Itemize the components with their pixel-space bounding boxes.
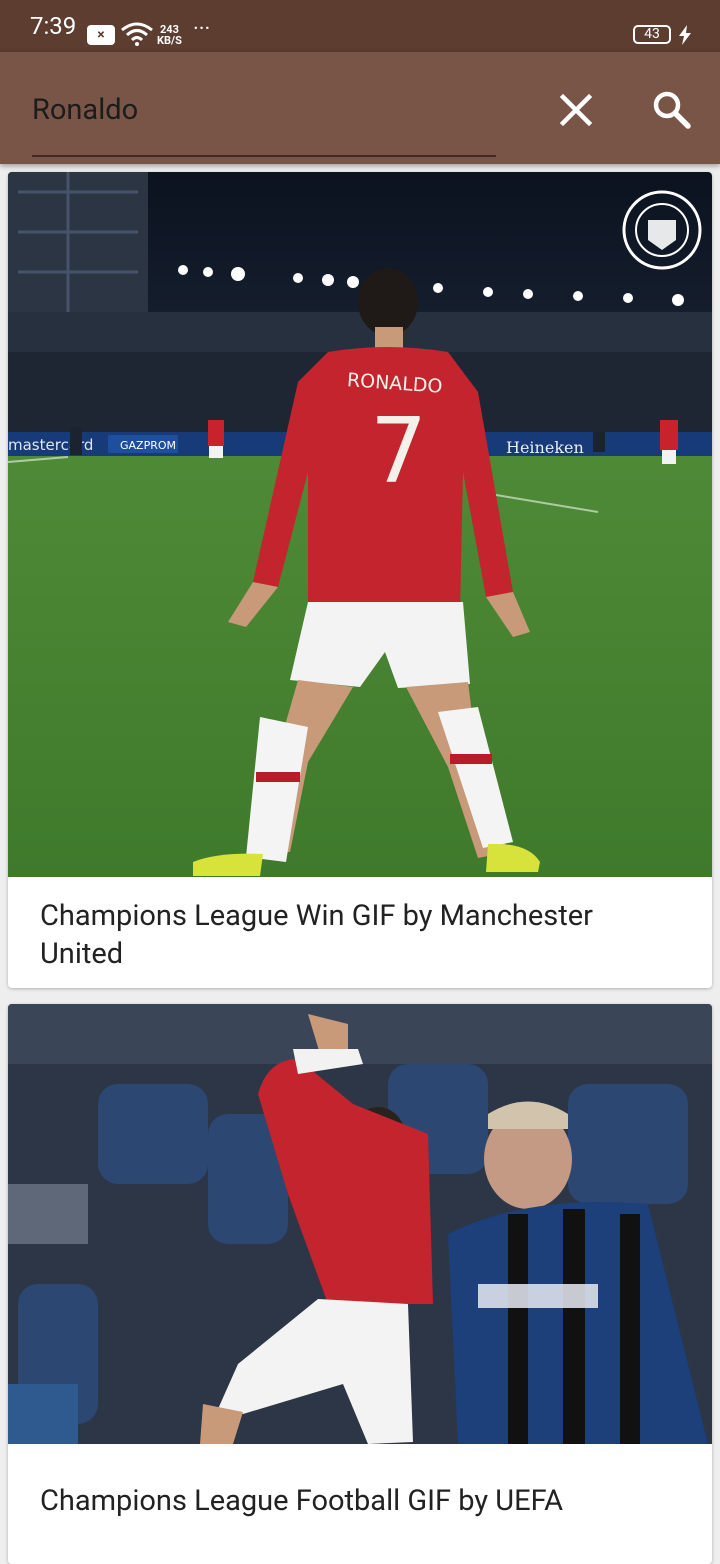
search-input[interactable] (32, 88, 496, 132)
wifi-icon (120, 22, 154, 50)
search-app-bar (0, 52, 720, 164)
network-speed: 243 KB/S (157, 24, 182, 46)
status-overflow: ··· (193, 17, 211, 42)
status-time: 7:39 (30, 12, 77, 40)
ad-board-heineken: Heineken (506, 438, 584, 457)
search-icon (653, 91, 691, 129)
ronaldo-celebration-image: mastercard GAZPROM Heineken RONALDO 7 (8, 172, 712, 877)
network-speed-unit: KB/S (157, 34, 182, 47)
status-bar: 7:39 × 243 KB/S ··· 43 (0, 0, 720, 52)
gif-title: Champions League Football GIF by UEFA (40, 1484, 564, 1518)
close-icon (559, 93, 593, 127)
gif-thumbnail[interactable] (8, 1004, 712, 1444)
notification-x-icon: × (87, 25, 115, 45)
ronaldo-gesture-image (8, 1004, 712, 1444)
clear-search-button[interactable] (556, 90, 596, 130)
ad-board-gazprom: GAZPROM (120, 439, 176, 452)
search-input-underline (32, 155, 496, 157)
gif-result-card[interactable]: mastercard GAZPROM Heineken RONALDO 7 Ch… (8, 172, 712, 988)
charging-icon (678, 25, 692, 49)
gif-thumbnail[interactable]: mastercard GAZPROM Heineken RONALDO 7 (8, 172, 712, 877)
jersey-number: 7 (370, 399, 427, 504)
gif-result-card[interactable]: Champions League Football GIF by UEFA (8, 1004, 712, 1564)
battery-indicator: 43 (633, 25, 671, 44)
gif-title: Champions League Win GIF by Manchester U… (40, 899, 593, 971)
search-button[interactable] (650, 88, 694, 132)
